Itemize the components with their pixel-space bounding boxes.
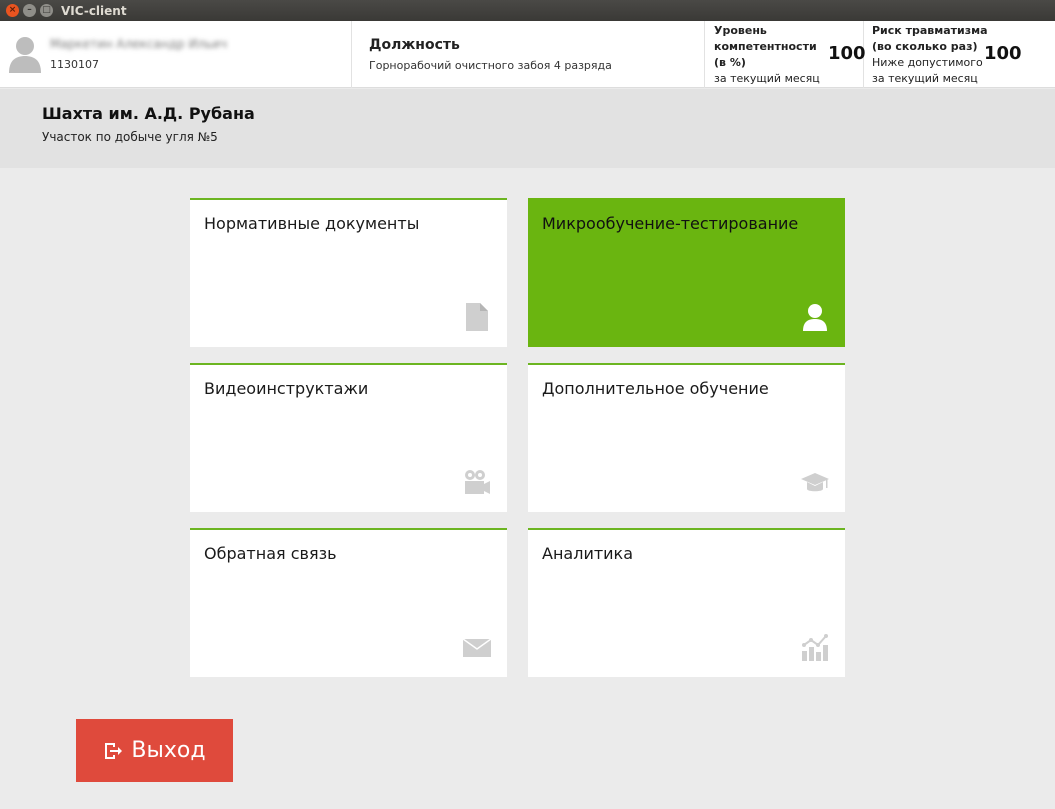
position-block: Должность Горнорабочий очистного забоя 4… xyxy=(353,21,705,88)
tile-regulatory-documents[interactable]: Нормативные документы xyxy=(190,198,507,347)
tile-analytics[interactable]: Аналитика xyxy=(528,528,845,677)
graduation-cap-icon xyxy=(801,473,829,492)
window-close-button[interactable]: × xyxy=(6,4,19,17)
competence-caption: Уровень компетентности (в %) за текущий … xyxy=(714,23,820,87)
tile-label: Обратная связь xyxy=(204,544,337,563)
position-label: Должность xyxy=(369,37,460,53)
risk-line-2: (во сколько раз) xyxy=(872,40,978,53)
risk-line-4: за текущий месяц xyxy=(872,72,978,85)
competence-line-4: за текущий месяц xyxy=(714,72,820,85)
window-titlebar: × – □ VIC-client xyxy=(0,0,1055,21)
tile-label: Видеоинструктажи xyxy=(204,379,369,398)
exit-button[interactable]: Выход xyxy=(76,719,233,782)
competence-line-1: Уровень xyxy=(714,24,767,37)
tile-video-briefings[interactable]: Видеоинструктажи xyxy=(190,363,507,512)
section-name: Участок по добыче угля №5 xyxy=(42,130,218,144)
risk-line-3: Ниже допустимого xyxy=(872,56,983,69)
competence-stat: Уровень компетентности (в %) за текущий … xyxy=(706,21,866,88)
competence-line-2: компетентности xyxy=(714,40,817,53)
user-avatar-icon xyxy=(9,37,41,73)
window-title: VIC-client xyxy=(61,3,127,18)
analytics-chart-icon xyxy=(802,634,828,661)
user-icon xyxy=(803,304,827,331)
position-value: Горнорабочий очистного забоя 4 разряда xyxy=(369,59,612,72)
tile-label: Дополнительное обучение xyxy=(542,379,769,398)
user-name: Маркетин Александр Ильич xyxy=(50,37,228,51)
document-icon xyxy=(466,303,488,331)
risk-caption: Риск травматизма (во сколько раз) Ниже д… xyxy=(872,23,988,87)
exit-label: Выход xyxy=(131,738,206,763)
exit-icon xyxy=(105,742,123,759)
header: Маркетин Александр Ильич 1130107 Должнос… xyxy=(0,21,1055,88)
tile-label: Нормативные документы xyxy=(204,214,420,233)
location-band: Шахта им. А.Д. Рубана Участок по добыче … xyxy=(0,89,1055,168)
envelope-icon xyxy=(463,638,491,657)
user-block: Маркетин Александр Ильич 1130107 xyxy=(0,21,352,88)
risk-value: 100 xyxy=(984,43,1022,64)
user-id: 1130107 xyxy=(50,58,99,71)
video-camera-icon xyxy=(465,470,490,494)
risk-line-1: Риск травматизма xyxy=(872,24,988,37)
tile-label: Аналитика xyxy=(542,544,634,563)
mine-name: Шахта им. А.Д. Рубана xyxy=(42,104,255,123)
tile-microlearning-testing[interactable]: Микрообучение-тестирование xyxy=(528,198,845,347)
window-controls: × – □ xyxy=(6,4,53,17)
window-minimize-button[interactable]: – xyxy=(23,4,36,17)
competence-line-3: (в %) xyxy=(714,56,746,69)
tile-feedback[interactable]: Обратная связь xyxy=(190,528,507,677)
window-maximize-button[interactable]: □ xyxy=(40,4,53,17)
competence-value: 100 xyxy=(828,43,866,64)
risk-stat: Риск травматизма (во сколько раз) Ниже д… xyxy=(864,21,1055,88)
tile-additional-training[interactable]: Дополнительное обучение xyxy=(528,363,845,512)
tile-label: Микрообучение-тестирование xyxy=(542,214,799,233)
